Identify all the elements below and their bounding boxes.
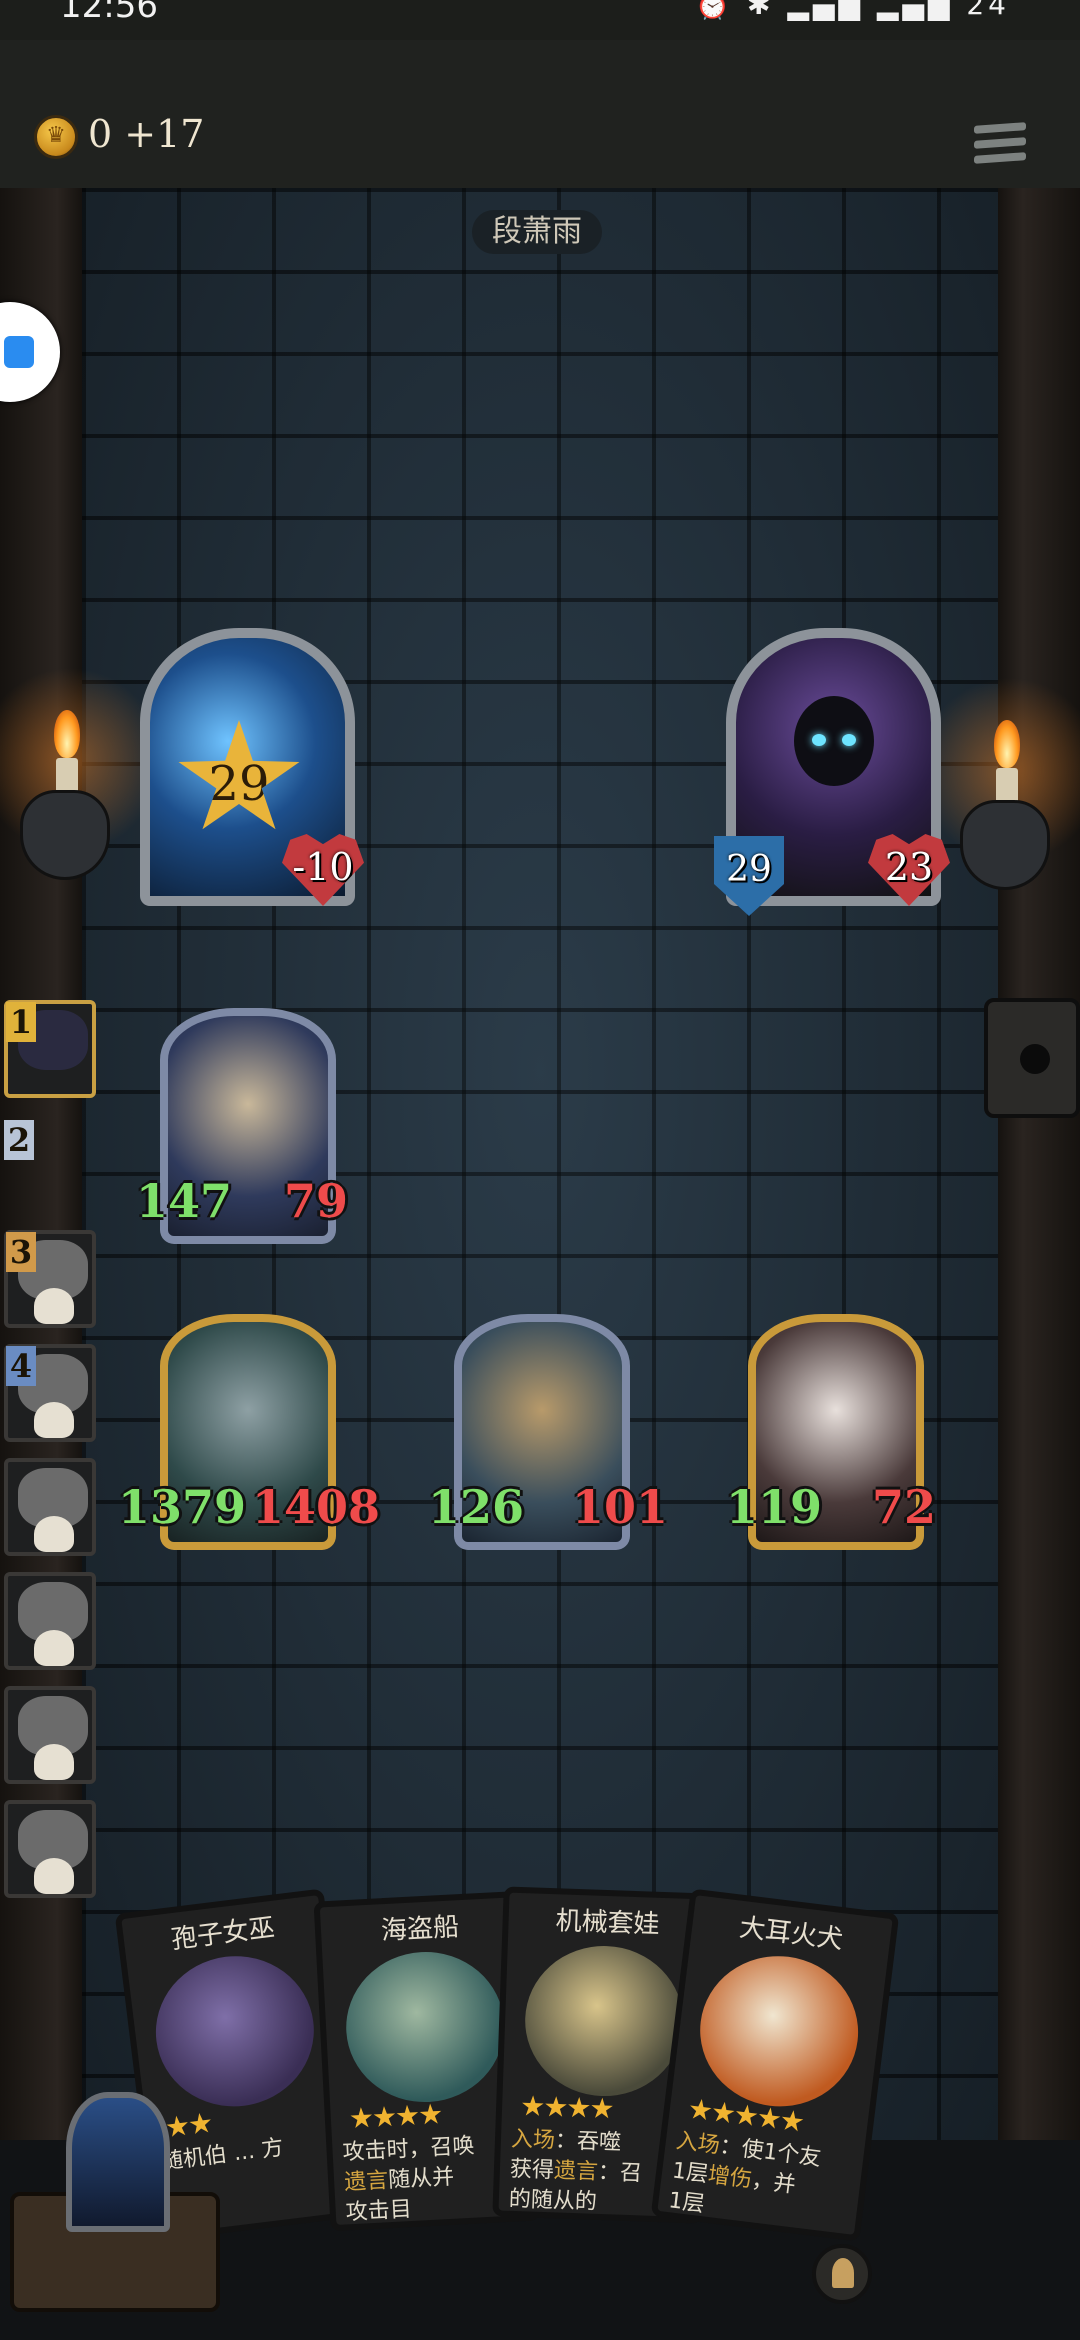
menu-icon[interactable] — [974, 122, 1026, 170]
player-hero-power[interactable] — [10, 2092, 220, 2322]
opponent-name: 段萧雨 — [472, 210, 602, 254]
minion-attack: 119 — [726, 1480, 823, 1534]
right-torch — [910, 670, 1080, 910]
rank-slot-3[interactable]: 3 — [4, 1230, 96, 1328]
rank-slot-5[interactable] — [4, 1458, 96, 1556]
skull-icon — [34, 1744, 74, 1780]
skull-icon — [34, 1630, 74, 1666]
assistant-icon — [4, 336, 34, 368]
left-torch — [0, 660, 170, 900]
minion-health: 101 — [572, 1480, 669, 1534]
flame-icon — [54, 710, 80, 758]
gold-coin-icon: ♛ — [34, 115, 78, 159]
card-stars: ★★★★ — [348, 2097, 443, 2136]
skull-icon — [34, 1288, 74, 1324]
card-title: 孢子女巫 — [169, 1912, 277, 1956]
minion-health: 79 — [284, 1174, 349, 1228]
rank-slot-7[interactable] — [4, 1686, 96, 1784]
right-wall — [998, 188, 1080, 2148]
minion-health: 72 — [872, 1480, 937, 1534]
side-door-lock — [984, 998, 1080, 1118]
skull-icon — [34, 1402, 74, 1438]
card-title: 海盗船 — [380, 1912, 460, 1947]
rank-slot-6[interactable] — [4, 1572, 96, 1670]
minion-health: 1408 — [252, 1480, 381, 1534]
card-stars: ★★★★ — [519, 2089, 614, 2126]
gold-counter: 0 +17 — [88, 112, 205, 156]
skull-icon — [34, 1858, 74, 1894]
rank-number-self: 2 — [4, 1120, 34, 1160]
minion-attack: 147 — [136, 1174, 233, 1228]
minion-attack: 1379 — [118, 1480, 247, 1534]
status-icons: ⏰ ✱ ▂▄▆ ▂▄▆ 24 — [695, 0, 1010, 21]
rank-number: 1 — [6, 1002, 36, 1042]
rank-slot-8[interactable] — [4, 1800, 96, 1898]
card-title: 大耳火犬 — [737, 1912, 845, 1956]
hand-card-4[interactable]: 大耳火犬 ★★★★★ 入场：使1个友 1层增伤，并 1层 — [650, 1888, 900, 2242]
rank-number: 3 — [6, 1232, 36, 1272]
flame-icon — [994, 720, 1020, 768]
skull-icon — [34, 1516, 74, 1552]
bell-icon[interactable] — [812, 2244, 872, 2304]
rank-number: 4 — [6, 1346, 36, 1386]
minion-attack: 126 — [428, 1480, 525, 1534]
card-text: 入场：使1个友 1层增伤，并 1层 — [667, 2128, 823, 2218]
status-time: 12:56 — [60, 0, 158, 26]
card-title: 机械套娃 — [555, 1906, 661, 1940]
rank-slot-1[interactable]: 1 — [4, 1000, 96, 1098]
rank-slot-4[interactable]: 4 — [4, 1344, 96, 1442]
